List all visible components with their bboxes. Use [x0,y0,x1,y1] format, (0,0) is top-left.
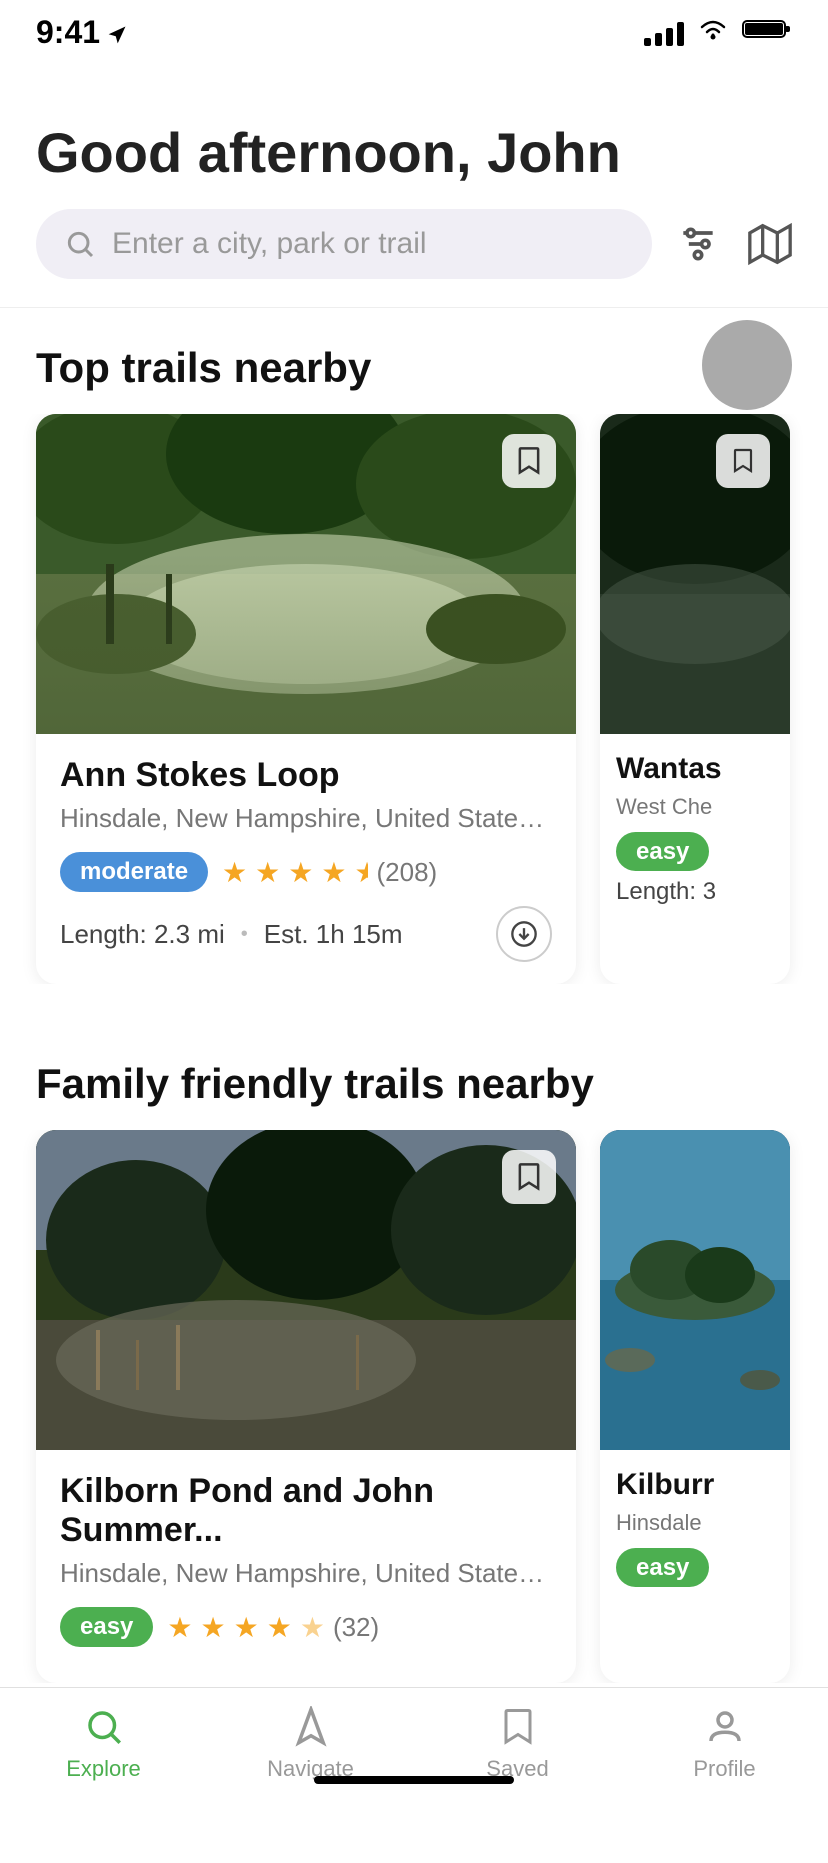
tab-navigate[interactable]: Navigate [207,1706,414,1782]
search-icon [64,228,96,260]
trail-info-ann: Ann Stokes Loop Hinsdale, New Hampshire,… [36,734,576,984]
download-icon [510,920,538,948]
trail-info-wantas: Wantas West Che easy Length: 3 [600,734,790,924]
trail-location-kilburr: Hinsdale [616,1510,774,1536]
trail-card-ann-stokes[interactable]: Ann Stokes Loop Hinsdale, New Hampshire,… [36,414,576,984]
tab-saved[interactable]: Saved [414,1706,621,1782]
status-bar: 9:41 [0,0,828,61]
status-icons [644,17,792,48]
trail-location-ann: Hinsdale, New Hampshire, United States o… [60,803,552,834]
landscape-ann [36,414,576,734]
review-count-ann: (208) [376,857,437,888]
difficulty-badge-kilburr: easy [616,1548,709,1587]
explore-label: Explore [66,1756,141,1782]
star-4: ★ [321,856,346,889]
saved-icon [497,1706,539,1748]
trail-length-ann: Length: 2.3 mi [60,919,225,950]
trail-info-kilburr: Kilburr Hinsdale easy [600,1450,790,1600]
trail-details-ann: Length: 2.3 mi • Est. 1h 15m [60,906,552,962]
trail-card-wantas[interactable]: Wantas West Che easy Length: 3 [600,414,790,984]
bookmark-icon-kilborn [515,1161,543,1193]
stars-kilborn: ★ ★ ★ ★ ★ (32) [167,1611,379,1644]
difficulty-badge-kilborn: easy [60,1607,153,1647]
trail-card-kilborn[interactable]: Kilborn Pond and John Summer... Hinsdale… [36,1130,576,1683]
search-placeholder: Enter a city, park or trail [112,227,427,261]
trail-card-kilburr[interactable]: Kilburr Hinsdale easy [600,1130,790,1683]
star-2: ★ [255,856,280,889]
family-trails-scroll[interactable]: Kilborn Pond and John Summer... Hinsdale… [0,1130,828,1683]
dot-separator: • [241,923,248,946]
difficulty-badge-ann: moderate [60,852,208,892]
trail-name-wantas: Wantas [616,752,774,786]
profile-icon [704,1706,746,1748]
stars-ann: ★ ★ ★ ★ ★ (208) [222,856,437,889]
trail-location-kilborn: Hinsdale, New Hampshire, United States o… [60,1558,552,1589]
trail-image-ann [36,414,576,734]
explore-icon [83,1706,125,1748]
battery-icon [742,17,792,48]
review-count-kilborn: (32) [333,1612,379,1643]
bookmark-button-wantas[interactable] [716,434,770,488]
trail-info-kilborn: Kilborn Pond and John Summer... Hinsdale… [36,1450,576,1683]
main-content: Good afternoon, John Enter a city, park … [0,61,828,1863]
status-time: 9:41 [36,14,130,51]
trail-stats-ann: Length: 2.3 mi • Est. 1h 15m [60,919,403,950]
trail-meta-kilborn: easy ★ ★ ★ ★ ★ (32) [60,1607,552,1647]
navigate-icon [290,1706,332,1748]
star-3: ★ [288,856,313,889]
bookmark-button-kilborn[interactable] [502,1150,556,1204]
signal-icon [644,20,684,46]
bookmark-icon [515,445,543,477]
trail-image-wantas [600,414,790,734]
home-indicator [314,1776,514,1784]
trail-length-wantas: Length: 3 [616,878,774,906]
trail-name-kilburr: Kilburr [616,1468,774,1502]
trail-image-kilburr [600,1130,790,1450]
map-icon[interactable] [748,222,792,266]
wifi-icon [698,17,728,48]
avatar[interactable] [702,320,792,410]
search-bar[interactable]: Enter a city, park or trail [36,209,652,279]
family-trails-title: Family friendly trails nearby [0,1024,828,1130]
greeting-text: Good afternoon, John [36,121,792,185]
bookmark-button-ann[interactable] [502,434,556,488]
download-button-ann[interactable] [496,906,552,962]
section-spacer-1 [0,984,828,1024]
trail-image-kilborn [36,1130,576,1450]
filter-icon[interactable] [676,222,720,266]
star-1: ★ [222,856,247,889]
search-actions [676,222,792,266]
star-half: ★ [354,856,368,889]
top-trails-scroll[interactable]: Ann Stokes Loop Hinsdale, New Hampshire,… [0,414,828,984]
trail-time-ann: Est. 1h 15m [264,919,403,950]
search-section: Enter a city, park or trail [0,209,828,279]
trail-name-kilborn: Kilborn Pond and John Summer... [60,1472,552,1550]
tab-explore[interactable]: Explore [0,1706,207,1782]
profile-label: Profile [693,1756,755,1782]
trail-name-ann: Ann Stokes Loop [60,756,552,795]
landscape-kilborn [36,1130,576,1450]
tab-profile[interactable]: Profile [621,1706,828,1782]
time-display: 9:41 [36,14,100,51]
location-arrow-icon [108,22,130,44]
landscape-kilburr [600,1130,790,1450]
greeting-section: Good afternoon, John [0,61,828,209]
trail-location-wantas: West Che [616,794,774,820]
bookmark-icon-wantas [731,447,755,475]
trail-meta-ann: moderate ★ ★ ★ ★ ★ (208) [60,852,552,892]
difficulty-badge-wantas: easy [616,832,709,871]
